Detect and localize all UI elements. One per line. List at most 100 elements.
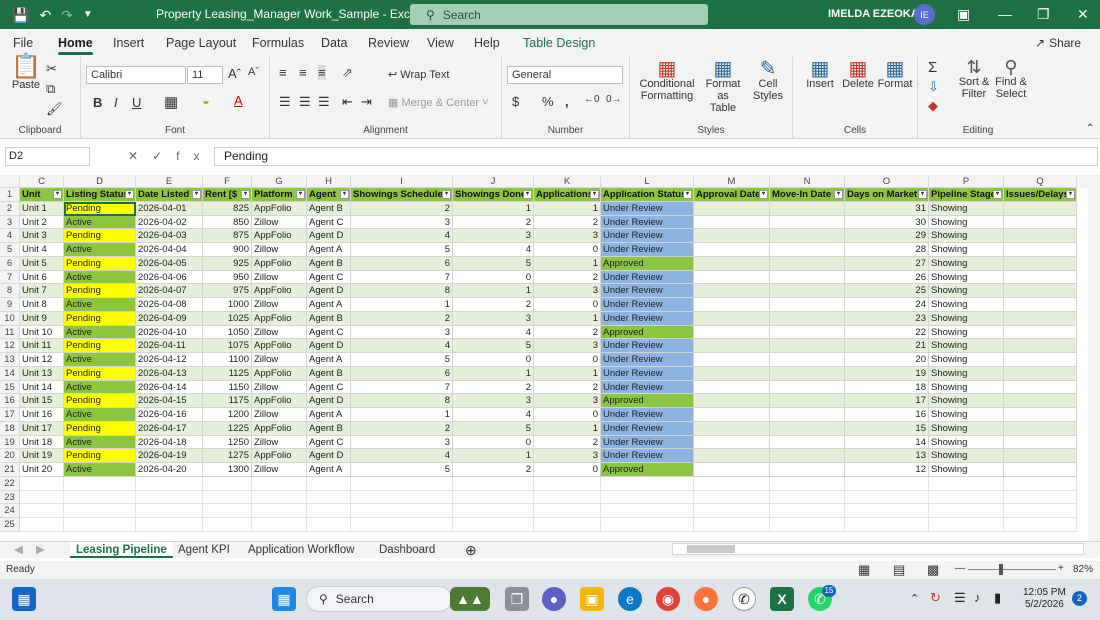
close-icon[interactable]: ✕ xyxy=(1077,6,1089,23)
table-cell[interactable]: 950 xyxy=(203,270,252,285)
table-cell[interactable]: Pending xyxy=(64,256,136,271)
table-cell[interactable] xyxy=(694,229,770,243)
insert-cells-button[interactable]: ▦ Insert xyxy=(803,59,837,90)
filter-dropdown-icon[interactable]: ▾ xyxy=(993,190,1002,199)
table-cell[interactable] xyxy=(694,270,770,285)
header-cell[interactable]: Rent [$ ▾ xyxy=(203,188,252,202)
table-cell[interactable]: 0 xyxy=(534,463,601,477)
table-cell[interactable]: Under Review xyxy=(601,339,694,353)
table-cell[interactable]: 2 xyxy=(534,325,601,340)
table-cell[interactable]: Showing xyxy=(929,463,1004,477)
table-cell[interactable]: 1 xyxy=(453,201,534,216)
save-icon[interactable]: 💾 xyxy=(12,8,29,22)
empty-cell[interactable] xyxy=(770,504,845,518)
table-cell[interactable]: 1100 xyxy=(203,353,252,367)
header-cell[interactable]: Approval Date ▾ xyxy=(694,188,770,202)
table-cell[interactable]: 2 xyxy=(351,421,453,436)
table-cell[interactable]: 2026-04-13 xyxy=(136,366,203,381)
table-cell[interactable]: 3 xyxy=(453,394,534,408)
table-cell[interactable]: 0 xyxy=(453,270,534,285)
filter-dropdown-icon[interactable]: ▾ xyxy=(1066,190,1075,199)
table-cell[interactable]: 2 xyxy=(453,380,534,395)
table-cell[interactable]: Agent C xyxy=(307,435,351,450)
tab-insert[interactable]: Insert xyxy=(113,36,144,50)
table-cell[interactable]: Pending xyxy=(64,311,136,326)
table-cell[interactable]: 4 xyxy=(453,325,534,340)
table-cell[interactable]: 5 xyxy=(453,256,534,271)
filter-dropdown-icon[interactable]: ▾ xyxy=(296,190,305,199)
table-cell[interactable]: Agent B xyxy=(307,201,351,216)
table-cell[interactable]: Zillow xyxy=(252,435,307,450)
table-cell[interactable] xyxy=(694,339,770,353)
row-header[interactable]: 8 xyxy=(0,284,20,298)
table-cell[interactable]: 3 xyxy=(453,229,534,243)
empty-cell[interactable] xyxy=(694,476,770,491)
ribbon-display-icon[interactable]: ▣ xyxy=(957,6,970,23)
row-header[interactable]: 17 xyxy=(0,408,20,422)
table-cell[interactable]: Agent C xyxy=(307,380,351,395)
filter-dropdown-icon[interactable]: ▾ xyxy=(523,190,532,199)
table-cell[interactable]: Pending xyxy=(64,421,136,436)
table-cell[interactable]: Agent C xyxy=(307,215,351,230)
table-cell[interactable] xyxy=(770,380,845,395)
table-cell[interactable]: Zillow xyxy=(252,353,307,367)
restore-icon[interactable]: ❐ xyxy=(1037,6,1050,23)
table-cell[interactable]: Unit 8 xyxy=(20,298,64,312)
zoom-slider[interactable] xyxy=(968,569,1056,570)
table-cell[interactable] xyxy=(1004,408,1077,422)
table-cell[interactable]: Active xyxy=(64,353,136,367)
table-cell[interactable]: Pending xyxy=(64,339,136,353)
header-cell[interactable]: Unit ▾ xyxy=(20,188,64,202)
add-sheet-icon[interactable]: ⊕ xyxy=(465,542,477,558)
table-cell[interactable]: 3 xyxy=(351,435,453,450)
table-cell[interactable]: 19 xyxy=(845,366,929,381)
table-cell[interactable]: Agent A xyxy=(307,298,351,312)
teams-icon[interactable]: ● xyxy=(542,587,566,611)
table-cell[interactable]: 1075 xyxy=(203,339,252,353)
edge-icon[interactable]: e xyxy=(618,587,642,611)
volume-icon[interactable]: ♪ xyxy=(974,590,981,605)
user-name[interactable]: IMELDA EZEOKA xyxy=(828,8,919,20)
italic-icon[interactable]: I xyxy=(114,95,118,110)
table-cell[interactable]: 2 xyxy=(534,380,601,395)
row-header[interactable]: 22 xyxy=(0,476,20,491)
table-cell[interactable]: Agent D xyxy=(307,339,351,353)
table-cell[interactable]: 2 xyxy=(534,215,601,230)
table-cell[interactable]: 1175 xyxy=(203,394,252,408)
table-cell[interactable]: AppFolio xyxy=(252,339,307,353)
table-cell[interactable] xyxy=(694,215,770,230)
table-cell[interactable]: Pending xyxy=(64,366,136,381)
table-cell[interactable]: 0 xyxy=(453,435,534,450)
row-header[interactable]: 23 xyxy=(0,490,20,505)
empty-cell[interactable] xyxy=(203,490,252,505)
empty-cell[interactable] xyxy=(694,504,770,518)
empty-cell[interactable] xyxy=(252,490,307,505)
table-cell[interactable]: 8 xyxy=(351,284,453,298)
row-header[interactable]: 24 xyxy=(0,504,20,518)
align-middle-icon[interactable]: ≡ xyxy=(299,65,307,80)
column-header[interactable]: P xyxy=(929,175,1004,188)
table-cell[interactable]: 975 xyxy=(203,284,252,298)
table-cell[interactable]: Agent A xyxy=(307,243,351,257)
table-cell[interactable]: Agent B xyxy=(307,256,351,271)
fill-icon[interactable]: ⇩ xyxy=(928,79,939,95)
table-cell[interactable] xyxy=(694,256,770,271)
table-cell[interactable]: AppFolio xyxy=(252,229,307,243)
table-cell[interactable] xyxy=(770,270,845,285)
table-cell[interactable]: Unit 9 xyxy=(20,311,64,326)
vertical-scrollbar[interactable] xyxy=(1088,175,1100,541)
empty-cell[interactable] xyxy=(601,504,694,518)
table-cell[interactable]: Agent A xyxy=(307,463,351,477)
table-cell[interactable]: 2026-04-07 xyxy=(136,284,203,298)
decrease-font-icon[interactable]: Aˇ xyxy=(248,66,259,78)
empty-cell[interactable] xyxy=(136,518,203,532)
table-cell[interactable]: Showing xyxy=(929,284,1004,298)
tab-file[interactable]: File xyxy=(13,36,33,50)
redo-icon[interactable]: ↷ xyxy=(61,8,73,22)
table-cell[interactable] xyxy=(1004,463,1077,477)
table-cell[interactable] xyxy=(1004,243,1077,257)
table-cell[interactable]: 1150 xyxy=(203,380,252,395)
table-cell[interactable]: Showing xyxy=(929,243,1004,257)
formula-input[interactable]: Pending xyxy=(214,147,1098,166)
paste-button[interactable]: 📋 Paste xyxy=(10,55,42,92)
